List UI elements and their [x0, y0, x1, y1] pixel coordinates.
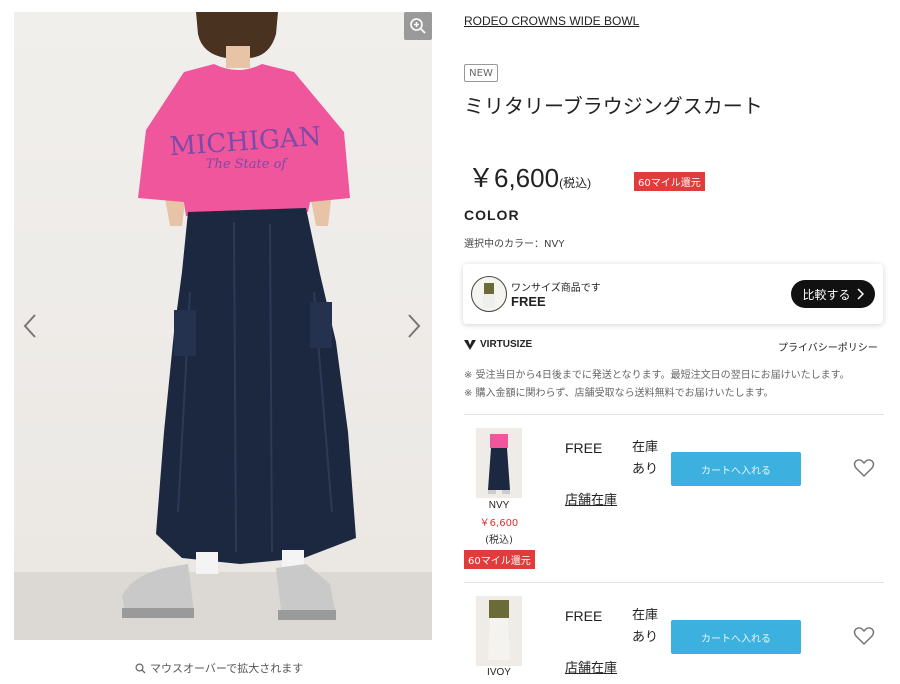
- variant-tax-note: (税込): [485, 535, 513, 546]
- product-price: ￥6,600(税込): [468, 158, 591, 195]
- divider: [464, 414, 884, 415]
- product-image-gallery[interactable]: MICHIGAN The State of: [14, 12, 432, 640]
- variant-thumbnail[interactable]: [476, 428, 522, 498]
- virtusize-logo-text: VIRTUSIZE: [480, 339, 533, 350]
- add-to-cart-button[interactable]: カートへ入れる: [671, 620, 801, 654]
- stock-status: 在庫 あり: [632, 437, 658, 481]
- previous-image-button[interactable]: [18, 306, 42, 346]
- one-size-text: ワンサイズ商品です: [511, 283, 601, 294]
- compare-label: 比較する: [802, 287, 851, 302]
- product-photo: MICHIGAN The State of: [122, 12, 356, 620]
- variant-row-ivoy: IVOY FREE 在庫 あり カートへ入れる 店舗在庫: [464, 590, 884, 684]
- tax-note: (税込): [559, 176, 592, 190]
- stock-status-line1: 在庫: [632, 608, 659, 623]
- product-silhouette-avatar: [471, 276, 507, 312]
- next-image-button[interactable]: [402, 306, 426, 346]
- heart-icon[interactable]: [853, 458, 875, 478]
- chevron-right-icon: [408, 314, 421, 338]
- virtusize-widget: ワンサイズ商品です FREE 比較する: [463, 264, 883, 324]
- selected-color-text: 選択中のカラー：NVY: [464, 239, 565, 250]
- zoom-in-icon: [410, 18, 426, 34]
- one-size-value: FREE: [511, 294, 546, 309]
- product-title: ミリタリーブラウジングスカート: [464, 94, 763, 118]
- variant-size: FREE: [565, 608, 603, 624]
- magnifier-icon: [135, 662, 146, 673]
- virtusize-logo: VIRTUSIZE: [464, 339, 532, 350]
- variant-price: ￥6,600: [479, 518, 519, 529]
- free-shipping-note: ※ 購入金額に関わらず、店舗受取なら送料無料でお届けいたします。: [464, 388, 774, 399]
- variant-thumbnail[interactable]: [476, 596, 522, 666]
- compare-button[interactable]: 比較する: [791, 280, 875, 308]
- shipping-note: ※ 受注当日から4日後までに発送となります。最短注文日の翌日にお届けいたします。: [464, 370, 850, 381]
- virtusize-logo-icon: [464, 339, 476, 350]
- variant-size: FREE: [565, 440, 603, 456]
- stock-status-line2: あり: [632, 630, 659, 645]
- new-badge: NEW: [464, 64, 498, 82]
- store-stock-link[interactable]: 店舗在庫: [565, 489, 617, 508]
- price-value: ￥6,600: [468, 163, 560, 193]
- zoom-hint: マウスオーバーで拡大されます: [135, 660, 303, 676]
- shirt-print-subtext: The State of: [206, 157, 289, 172]
- privacy-policy-link[interactable]: プライバシーポリシー: [778, 339, 878, 354]
- chevron-left-icon: [23, 314, 36, 338]
- zoom-button[interactable]: [404, 12, 432, 40]
- variant-photo: [488, 600, 510, 660]
- chevron-right-icon: [856, 288, 864, 300]
- color-heading: COLOR: [464, 207, 520, 223]
- zoom-hint-text: マウスオーバーで拡大されます: [150, 662, 304, 675]
- stock-status-line2: あり: [632, 462, 659, 477]
- variant-color: IVOY: [487, 667, 511, 678]
- add-to-cart-button[interactable]: カートへ入れる: [671, 452, 801, 486]
- variant-color: NVY: [488, 500, 510, 511]
- variant-miles-badge: 60マイル還元: [464, 550, 535, 569]
- store-stock-link[interactable]: 店舗在庫: [565, 657, 617, 676]
- silhouette-icon: [483, 283, 495, 308]
- divider: [464, 582, 884, 583]
- variant-row-nvy: NVY ￥6,600 (税込) 60マイル還元 FREE 在庫 あり カートへ入…: [464, 420, 884, 580]
- brand-link[interactable]: RODEO CROWNS WIDE BOWL: [464, 14, 639, 28]
- stock-status-line1: 在庫: [632, 440, 659, 455]
- heart-icon[interactable]: [853, 626, 875, 646]
- miles-badge: 60マイル還元: [634, 172, 705, 191]
- variant-photo: [488, 434, 510, 494]
- stock-status: 在庫 あり: [632, 605, 658, 649]
